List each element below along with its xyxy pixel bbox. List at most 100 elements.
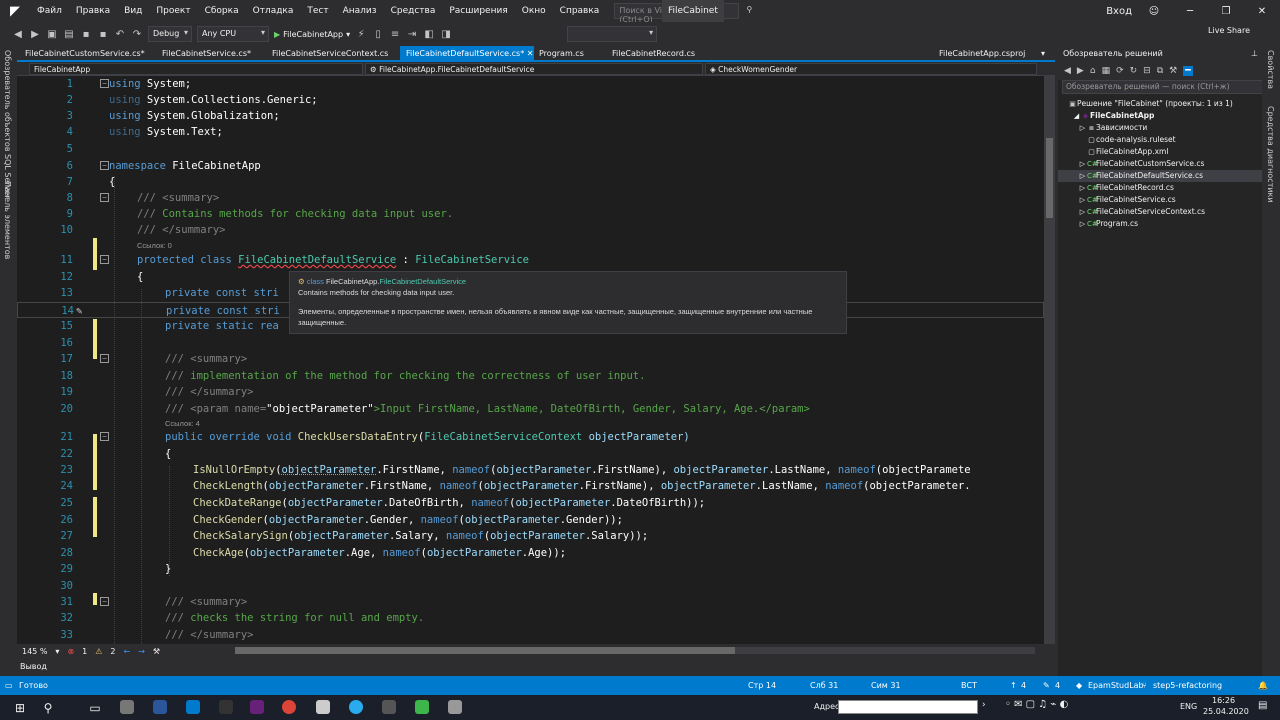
- tray-icons[interactable]: ◦ ✉ ▢ ♫ ⌁ ◐: [1005, 699, 1068, 710]
- status-column[interactable]: Слб 31: [810, 676, 838, 695]
- show-all-files-icon[interactable]: ⧉: [1157, 66, 1163, 76]
- fold-toggle[interactable]: −: [100, 255, 109, 264]
- tree-item-servicecontext[interactable]: ▷ C#FileCabinetServiceContext.cs: [1058, 206, 1280, 218]
- quick-actions-icon[interactable]: ✎: [76, 303, 82, 319]
- word-icon[interactable]: [153, 700, 167, 714]
- redo-icon[interactable]: ↷: [131, 29, 143, 40]
- toolbox-tab[interactable]: Панель элементов: [3, 181, 12, 259]
- tree-item-customservice[interactable]: ▷ C#FileCabinetCustomService.cs: [1058, 158, 1280, 170]
- tab-overflow-icon[interactable]: ▾: [1039, 46, 1053, 62]
- menu-debug[interactable]: Отладка: [246, 0, 301, 22]
- preview-icon[interactable]: ━: [1183, 66, 1193, 76]
- error-count[interactable]: 1: [82, 647, 87, 656]
- search-icon[interactable]: ⚲: [38, 698, 58, 718]
- tab-filecabinetrecord[interactable]: FileCabinetRecord.cs: [606, 46, 726, 62]
- status-char[interactable]: Сим 31: [871, 676, 901, 695]
- tab-filecabinetapp-csproj[interactable]: FileCabinetApp.csproj: [933, 46, 1041, 62]
- collapse-arrow-icon[interactable]: ▷: [1078, 122, 1087, 134]
- forward-icon[interactable]: ▶: [29, 29, 41, 40]
- menu-edit[interactable]: Правка: [69, 0, 117, 22]
- warning-icon[interactable]: ⚠: [95, 647, 102, 656]
- tab-program[interactable]: Program.cs: [533, 46, 606, 62]
- code-editor[interactable]: 1− using System; 2 using System.Collection…: [17, 76, 1044, 644]
- tree-item-project[interactable]: ◢ ◆ FileCabinetApp: [1058, 110, 1280, 122]
- cleanup-icon[interactable]: ⚒: [153, 647, 160, 656]
- repo-name[interactable]: EpamStudLab: [1088, 676, 1144, 695]
- align-icon[interactable]: ≡: [389, 29, 401, 40]
- account-icon[interactable]: ☺: [1136, 6, 1172, 17]
- repo-icon[interactable]: ◆: [1076, 676, 1082, 695]
- pencil-icon[interactable]: ✎: [1043, 676, 1050, 695]
- tree-item-record[interactable]: ▷ C#FileCabinetRecord.cs: [1058, 182, 1280, 194]
- unpushed-count[interactable]: 4: [1021, 676, 1026, 695]
- tab-filecabinetservice[interactable]: FileCabinetService.cs*: [156, 46, 266, 62]
- error-icon[interactable]: ⊗: [67, 647, 74, 656]
- properties-icon[interactable]: ⚒: [1169, 66, 1177, 76]
- comment-icon[interactable]: ▯: [372, 29, 384, 40]
- configuration-select[interactable]: Debug: [148, 26, 192, 42]
- type-dropdown[interactable]: ⚙ FileCabinetApp.FileCabinetDefaultServi…: [365, 63, 703, 75]
- tab-filecabinetdefaultservice[interactable]: FileCabinetDefaultService.cs* ✕: [400, 46, 534, 62]
- tree-item-service[interactable]: ▷ C#FileCabinetService.cs: [1058, 194, 1280, 206]
- warning-count[interactable]: 2: [110, 647, 115, 656]
- branch-icon[interactable]: ⑂: [1142, 676, 1147, 695]
- start-debugging-button[interactable]: ▶ FileCabinetApp ▾: [274, 30, 350, 39]
- collapse-arrow-icon[interactable]: ▷: [1078, 170, 1087, 182]
- minimize-icon[interactable]: ─: [1172, 6, 1208, 17]
- codelens-references[interactable]: Ссылок: 0: [137, 241, 172, 251]
- save-all-icon[interactable]: ▪: [97, 29, 109, 40]
- platform-select[interactable]: Any CPU: [197, 26, 269, 42]
- address-input[interactable]: [838, 700, 978, 714]
- collapse-arrow-icon[interactable]: ▷: [1078, 218, 1087, 230]
- arrow-left-icon[interactable]: ←: [124, 647, 131, 656]
- chevron-down-icon[interactable]: ▾: [55, 647, 59, 656]
- collapse-arrow-icon[interactable]: ▷: [1078, 194, 1087, 206]
- open-folder-icon[interactable]: ▤: [63, 29, 75, 40]
- tree-item-solution[interactable]: ▣Решение "FileCabinet" (проекты: 1 из 1): [1058, 98, 1280, 110]
- task-view-icon[interactable]: ▭: [85, 698, 105, 718]
- fold-toggle[interactable]: −: [100, 79, 109, 88]
- menu-test[interactable]: Тест: [300, 0, 335, 22]
- app-icon[interactable]: [120, 700, 134, 714]
- project-dropdown[interactable]: FileCabinetApp: [29, 63, 363, 75]
- menu-file[interactable]: Файл: [30, 0, 69, 22]
- status-insert-mode[interactable]: ВСТ: [961, 676, 977, 695]
- chevron-right-icon[interactable]: ›: [982, 700, 986, 710]
- branch-name[interactable]: step5-refactoring: [1153, 676, 1222, 695]
- menu-analyze[interactable]: Анализ: [336, 0, 384, 22]
- hot-reload-icon[interactable]: ⚡: [355, 29, 367, 40]
- arrow-right-icon[interactable]: →: [138, 647, 145, 656]
- clock-date[interactable]: 25.04.2020: [1203, 707, 1249, 716]
- indent-icon[interactable]: ⇥: [406, 29, 418, 40]
- collapse-arrow-icon[interactable]: ▷: [1078, 206, 1087, 218]
- bookmark-prev-icon[interactable]: ◨: [440, 29, 452, 40]
- menu-view[interactable]: Вид: [117, 0, 149, 22]
- search-icon[interactable]: ⚲: [746, 5, 752, 14]
- terminal-icon[interactable]: [219, 700, 233, 714]
- fold-toggle[interactable]: −: [100, 354, 109, 363]
- horizontal-scroll-thumb[interactable]: [235, 647, 735, 654]
- app-icon[interactable]: [382, 700, 396, 714]
- expand-icon[interactable]: ◢: [1072, 110, 1081, 122]
- codelens-references[interactable]: Ссылок: 4: [165, 419, 200, 429]
- language-indicator[interactable]: ENG: [1180, 702, 1197, 711]
- tree-item-ruleset[interactable]: ▢code-analysis.ruleset: [1058, 134, 1280, 146]
- app-icon[interactable]: [415, 700, 429, 714]
- new-item-icon[interactable]: ▣: [46, 29, 58, 40]
- tab-filecabinetservicecontext[interactable]: FileCabinetServiceContext.cs: [266, 46, 400, 62]
- fold-toggle[interactable]: −: [100, 597, 109, 606]
- visual-studio-icon[interactable]: [250, 700, 264, 714]
- menu-window[interactable]: Окно: [515, 0, 553, 22]
- maximize-icon[interactable]: ❐: [1208, 6, 1244, 17]
- menu-build[interactable]: Сборка: [198, 0, 246, 22]
- menu-extensions[interactable]: Расширения: [442, 0, 514, 22]
- status-line[interactable]: Стр 14: [748, 676, 776, 695]
- login-link[interactable]: Вход: [1106, 6, 1136, 17]
- arrow-up-icon[interactable]: ↑: [1010, 676, 1017, 695]
- live-share-button[interactable]: Live Share: [1208, 26, 1250, 35]
- tree-item-xml[interactable]: ▢FileCabinetApp.xml: [1058, 146, 1280, 158]
- tab-filecabinetcustomservice[interactable]: FileCabinetCustomService.cs*: [19, 46, 156, 62]
- sql-server-object-explorer-tab[interactable]: Обозреватель объектов SQL Server: [3, 50, 12, 199]
- changes-count[interactable]: 4: [1055, 676, 1060, 695]
- back-icon[interactable]: ◀: [1064, 66, 1071, 76]
